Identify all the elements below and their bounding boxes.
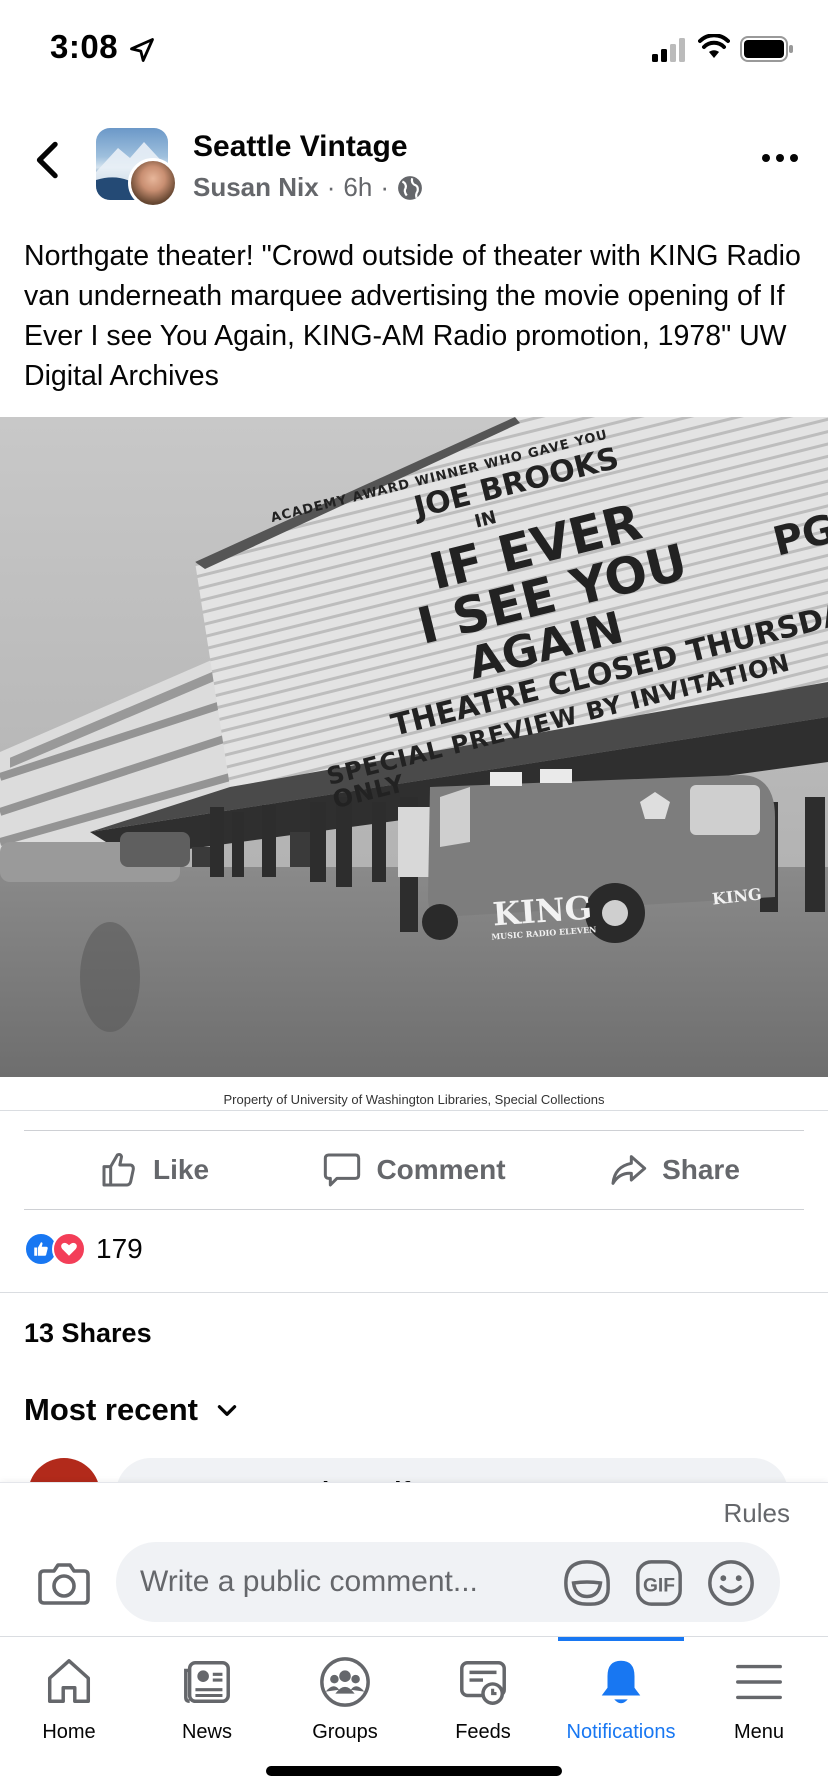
post-actions: Like Comment Share [24, 1130, 804, 1210]
photo-caption: Property of University of Washington Lib… [223, 1092, 605, 1107]
comment-label: Comment [376, 1154, 506, 1185]
user-avatar[interactable] [128, 158, 178, 208]
hamburger-menu-icon [736, 1664, 782, 1700]
comment-sort-dropdown[interactable]: Most recent [24, 1392, 240, 1428]
sort-label: Most recent [24, 1392, 198, 1427]
post-time[interactable]: 6h [343, 172, 372, 203]
tab-label: Menu [733, 1721, 785, 1743]
share-count[interactable]: 13 Shares [24, 1318, 152, 1349]
news-icon [184, 1660, 230, 1704]
thumbs-up-icon [102, 1152, 135, 1187]
meta-separator: · [380, 172, 389, 202]
more-options-icon[interactable] [760, 146, 800, 170]
rules-link[interactable]: Rules [724, 1498, 790, 1529]
post-meta: Susan Nix · 6h · [193, 172, 423, 203]
back-arrow-icon[interactable] [30, 140, 66, 180]
camera-icon[interactable] [38, 1558, 90, 1608]
divider [0, 1110, 828, 1111]
home-indicator [266, 1766, 562, 1776]
tab-label: Notifications [566, 1721, 676, 1743]
tab-label: News [181, 1721, 232, 1743]
meta-separator: · [326, 172, 336, 202]
tab-label: Home [42, 1721, 96, 1743]
like-button[interactable]: Like [24, 1131, 284, 1209]
divider [0, 1292, 828, 1293]
share-label: Share [662, 1154, 740, 1185]
comment-button[interactable]: Comment [284, 1131, 544, 1209]
tab-home[interactable]: Home [0, 1637, 138, 1757]
status-bar: 3:08 [0, 0, 828, 100]
status-time: 3:08 [50, 28, 119, 65]
tab-groups[interactable]: Groups [276, 1637, 414, 1757]
feeds-icon [460, 1660, 506, 1705]
comment-bubble-icon [324, 1153, 361, 1187]
tab-label: Feeds [455, 1721, 511, 1743]
globe-icon [398, 175, 422, 200]
chevron-down-icon [217, 1405, 237, 1416]
post-text: Northgate theater! "Crowd outside of the… [24, 240, 801, 392]
post-photo[interactable]: ACADEMY AWARD WINNER WHO GAVE YOU JOE BR… [0, 417, 828, 1077]
tab-news[interactable]: News [138, 1637, 276, 1757]
tab-feeds[interactable]: Feeds [414, 1637, 552, 1757]
location-arrow-icon [130, 38, 154, 62]
van-logo: KING MUSIC RADIO ELEVEN [489, 888, 597, 942]
tab-menu[interactable]: Menu [690, 1637, 828, 1757]
home-icon [47, 1659, 91, 1704]
love-reaction-icon [52, 1232, 86, 1266]
reaction-summary[interactable]: 179 [24, 1232, 143, 1266]
svg-text:GIF: GIF [643, 1576, 675, 1597]
like-label: Like [152, 1154, 210, 1185]
page-name[interactable]: Seattle Vintage [193, 130, 408, 164]
tab-notifications[interactable]: Notifications [552, 1637, 690, 1757]
groups-icon [320, 1657, 370, 1707]
cellular-signal-icon [652, 38, 685, 62]
sticker-icon[interactable] [562, 1558, 612, 1608]
post-author[interactable]: Susan Nix [193, 172, 319, 203]
reaction-count: 179 [96, 1233, 143, 1264]
tab-label: Groups [312, 1721, 378, 1743]
gif-icon[interactable]: GIF [634, 1558, 684, 1608]
battery-icon [740, 36, 793, 62]
emoji-icon[interactable] [706, 1558, 756, 1608]
share-arrow-icon [611, 1155, 647, 1185]
share-button[interactable]: Share [544, 1131, 804, 1209]
wifi-icon [698, 34, 730, 58]
marquee-line: PG [768, 505, 828, 566]
bell-icon [601, 1660, 641, 1704]
